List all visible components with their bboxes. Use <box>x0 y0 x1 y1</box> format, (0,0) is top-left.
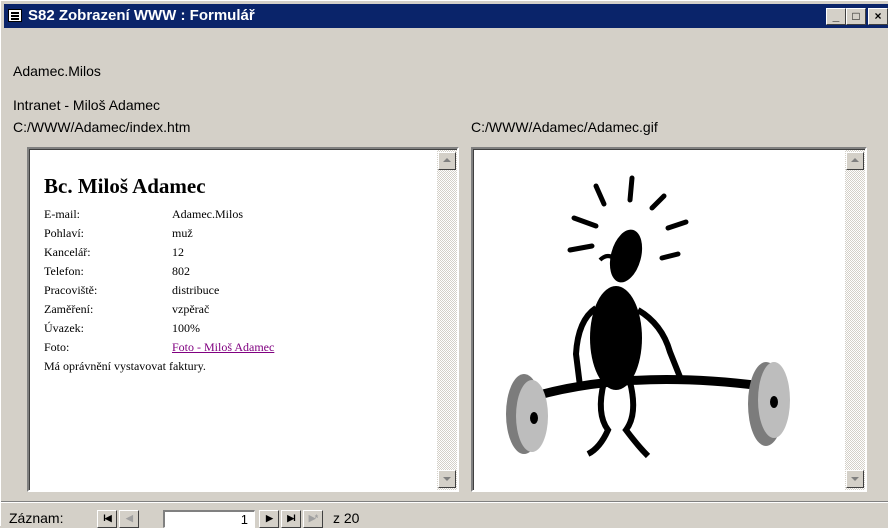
record-total: z 20 <box>333 510 360 526</box>
maximize-icon: □ <box>852 9 860 23</box>
next-record-icon: ▶ <box>266 513 273 523</box>
new-record-button[interactable]: ▶* <box>303 510 323 528</box>
record-label: Záznam: <box>9 510 64 526</box>
info-row-focus: Zaměření: vzpěrač <box>44 302 210 316</box>
minimize-icon: _ <box>832 9 840 23</box>
weightlifter-image <box>506 175 790 459</box>
title-bar[interactable]: S82 Zobrazení WWW : Formulář _ □ × <box>4 4 888 28</box>
info-row-workload: Úvazek: 100% <box>44 321 200 335</box>
page-title-field[interactable]: Intranet - Miloš Adamec <box>13 97 160 113</box>
previous-record-icon: ◀ <box>126 513 133 523</box>
web-browser-control[interactable]: Bc. Miloš Adamec E-mail: Adamec.Milos Poh… <box>27 147 459 492</box>
last-record-icon: ▶I <box>287 513 295 523</box>
web-browser-view: Bc. Miloš Adamec E-mail: Adamec.Milos Poh… <box>29 149 457 490</box>
navigation-separator <box>1 501 888 503</box>
close-icon: × <box>874 9 882 23</box>
close-button[interactable]: × <box>868 8 888 25</box>
record-number-input[interactable] <box>163 510 255 528</box>
info-row-photo: Foto: Foto - Miloš Adamec <box>44 338 274 357</box>
scroll-down-icon[interactable] <box>846 470 864 488</box>
web-document: Bc. Miloš Adamec E-mail: Adamec.Milos Poh… <box>44 174 274 376</box>
scroll-down-icon[interactable] <box>438 470 456 488</box>
previous-record-button[interactable]: ◀ <box>119 510 139 528</box>
image-view <box>473 149 865 490</box>
minimize-button[interactable]: _ <box>826 8 846 25</box>
scroll-up-icon[interactable] <box>846 152 864 170</box>
info-row-email: E-mail: Adamec.Milos <box>44 207 243 221</box>
image-vertical-scrollbar[interactable] <box>845 150 865 490</box>
invoice-permission-note: Má oprávnění vystavovat faktury. <box>44 359 206 373</box>
image-browser-control[interactable] <box>471 147 867 492</box>
form-window: S82 Zobrazení WWW : Formulář _ □ × Adame… <box>0 0 888 528</box>
html-path-field[interactable]: C:/WWW/Adamec/index.htm <box>13 119 190 135</box>
info-row-gender: Pohlaví: muž <box>44 226 193 240</box>
image-path-field[interactable]: C:/WWW/Adamec/Adamec.gif <box>471 119 658 135</box>
first-record-icon: I◀ <box>103 513 111 523</box>
new-record-icon: ▶* <box>308 513 318 523</box>
window-title: S82 Zobrazení WWW : Formulář <box>28 7 255 24</box>
info-row-office: Kancelář: 12 <box>44 245 184 259</box>
last-record-button[interactable]: ▶I <box>281 510 301 528</box>
first-record-button[interactable]: I◀ <box>97 510 117 528</box>
photo-link[interactable]: Foto - Miloš Adamec <box>172 338 274 357</box>
scroll-up-icon[interactable] <box>438 152 456 170</box>
person-heading: Bc. Miloš Adamec <box>44 174 206 198</box>
info-row-phone: Telefon: 802 <box>44 264 190 278</box>
login-field[interactable]: Adamec.Milos <box>13 63 101 79</box>
next-record-button[interactable]: ▶ <box>259 510 279 528</box>
maximize-button[interactable]: □ <box>846 8 866 25</box>
record-navigation: Záznam: I◀ ◀ ▶ ▶I ▶* z 20 <box>1 507 888 528</box>
info-row-workplace: Pracoviště: distribuce <box>44 283 220 297</box>
vertical-scrollbar[interactable] <box>437 150 457 490</box>
form-icon[interactable] <box>8 9 22 22</box>
